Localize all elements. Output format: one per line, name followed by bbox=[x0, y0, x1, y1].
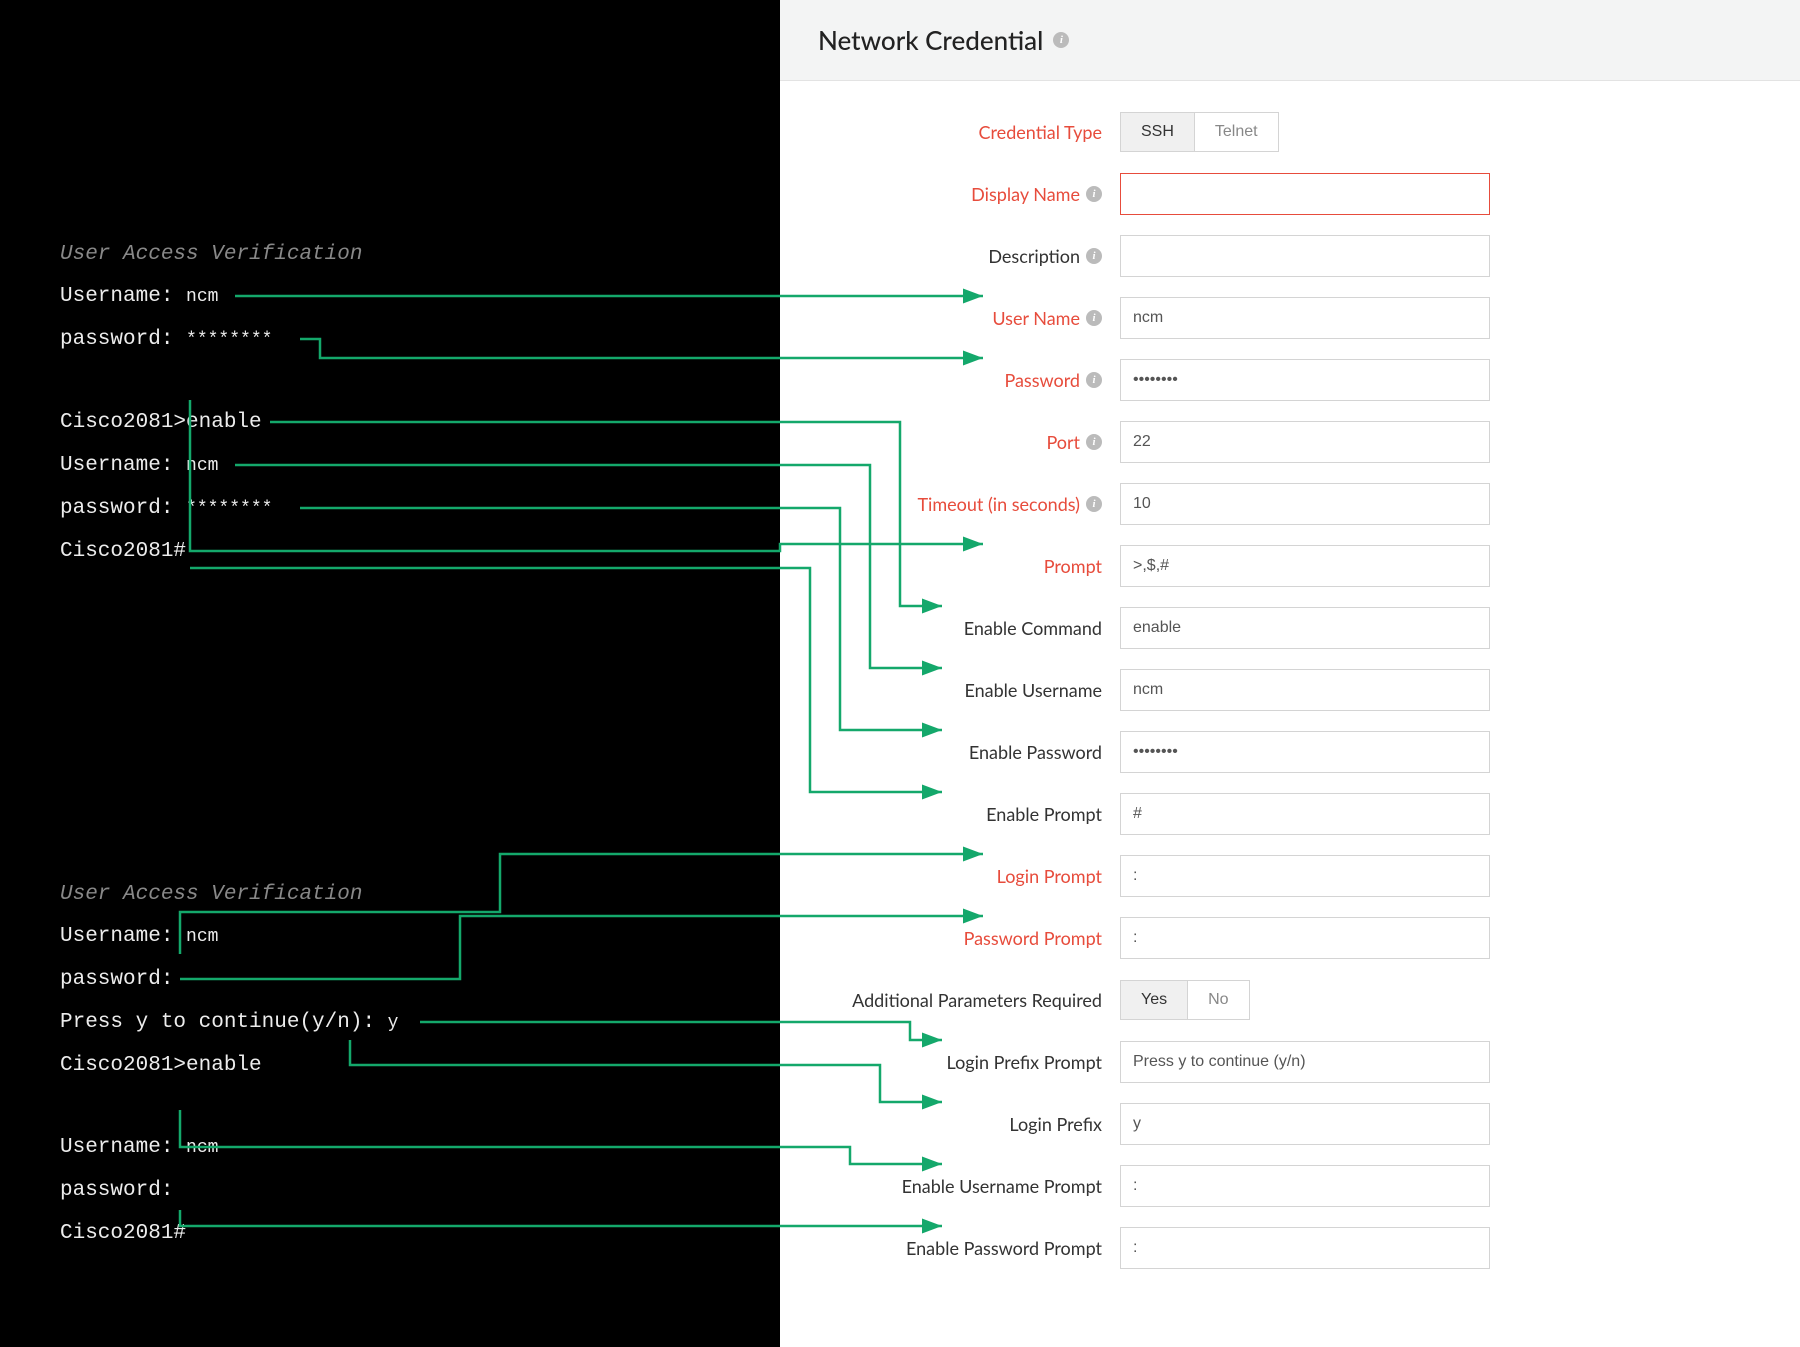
term2-username-label-1: Username: bbox=[60, 925, 186, 948]
term2-password-2: password: bbox=[60, 1178, 173, 1203]
password-prompt-input[interactable] bbox=[1120, 917, 1490, 959]
port-label: Port bbox=[1046, 431, 1080, 453]
info-icon[interactable]: i bbox=[1086, 248, 1102, 264]
additional-params-toggle[interactable]: Yes No bbox=[1120, 980, 1250, 1020]
term2-username-value-2: ncm bbox=[186, 1138, 218, 1158]
enable-prompt-input[interactable] bbox=[1120, 793, 1490, 835]
display-name-label: Display Name bbox=[971, 183, 1080, 205]
page-title: Network Credential bbox=[818, 24, 1043, 56]
term-username-label-2: Username: bbox=[60, 454, 186, 477]
term-username-value-2: ncm bbox=[186, 456, 218, 476]
login-prompt-label: Login Prompt bbox=[997, 865, 1102, 887]
enable-password-prompt-label: Enable Password Prompt bbox=[906, 1237, 1102, 1259]
info-icon[interactable]: i bbox=[1086, 186, 1102, 202]
enable-command-input[interactable] bbox=[1120, 607, 1490, 649]
additional-params-label: Additional Parameters Required bbox=[852, 989, 1102, 1011]
password-label: Password bbox=[1004, 369, 1080, 391]
prompt-label: Prompt bbox=[1044, 555, 1102, 577]
timeout-label: Timeout (in seconds) bbox=[917, 493, 1080, 515]
display-name-input[interactable] bbox=[1120, 173, 1490, 215]
enable-password-prompt-input[interactable] bbox=[1120, 1227, 1490, 1269]
login-prefix-prompt-label: Login Prefix Prompt bbox=[947, 1051, 1102, 1073]
description-input[interactable] bbox=[1120, 235, 1490, 277]
info-icon[interactable]: i bbox=[1086, 310, 1102, 326]
login-prefix-input[interactable] bbox=[1120, 1103, 1490, 1145]
enable-username-input[interactable] bbox=[1120, 669, 1490, 711]
term2-username-label-2: Username: bbox=[60, 1136, 186, 1159]
term2-continue-prompt: Press y to continue(y/n): bbox=[60, 1011, 388, 1034]
term2-password-1: password: bbox=[60, 967, 173, 992]
password-prompt-label: Password Prompt bbox=[964, 927, 1102, 949]
yes-toggle-button[interactable]: Yes bbox=[1121, 981, 1187, 1019]
terminal-header-2: User Access Verification bbox=[60, 882, 362, 907]
enable-username-prompt-label: Enable Username Prompt bbox=[902, 1175, 1102, 1197]
term-password-label-2: password: bbox=[60, 497, 186, 520]
ssh-toggle-button[interactable]: SSH bbox=[1121, 113, 1194, 151]
terminal-panel: User Access Verification Username: ncm p… bbox=[0, 0, 780, 1347]
prompt-input[interactable] bbox=[1120, 545, 1490, 587]
term-username-label-1: Username: bbox=[60, 285, 186, 308]
term2-enable-line: Cisco2081>enable bbox=[60, 1053, 262, 1078]
info-icon[interactable]: i bbox=[1086, 434, 1102, 450]
term-password-value-1: ******** bbox=[186, 330, 272, 350]
no-toggle-button[interactable]: No bbox=[1187, 981, 1248, 1019]
description-label: Description bbox=[988, 245, 1080, 267]
username-input[interactable] bbox=[1120, 297, 1490, 339]
enable-prompt-label: Enable Prompt bbox=[986, 803, 1102, 825]
port-input[interactable] bbox=[1120, 421, 1490, 463]
credential-type-toggle[interactable]: SSH Telnet bbox=[1120, 112, 1279, 152]
page-header: Network Credential i bbox=[780, 0, 1800, 81]
info-icon[interactable]: i bbox=[1086, 496, 1102, 512]
password-input[interactable] bbox=[1120, 359, 1490, 401]
credential-type-label: Credential Type bbox=[979, 121, 1102, 143]
term2-priv-prompt: Cisco2081# bbox=[60, 1221, 186, 1246]
enable-command-label: Enable Command bbox=[964, 617, 1102, 639]
term2-username-value-1: ncm bbox=[186, 927, 218, 947]
term-priv-prompt: Cisco2081# bbox=[60, 539, 186, 564]
term2-continue-value: y bbox=[388, 1013, 399, 1033]
timeout-input[interactable] bbox=[1120, 483, 1490, 525]
info-icon[interactable]: i bbox=[1053, 32, 1069, 48]
login-prompt-input[interactable] bbox=[1120, 855, 1490, 897]
telnet-toggle-button[interactable]: Telnet bbox=[1194, 113, 1278, 151]
term-username-value-1: ncm bbox=[186, 287, 218, 307]
term-password-value-2: ******** bbox=[186, 499, 272, 519]
info-icon[interactable]: i bbox=[1086, 372, 1102, 388]
enable-username-label: Enable Username bbox=[964, 679, 1102, 701]
username-label: User Name bbox=[992, 307, 1080, 329]
terminal-header-1: User Access Verification bbox=[60, 242, 362, 267]
enable-password-label: Enable Password bbox=[969, 741, 1102, 763]
enable-username-prompt-input[interactable] bbox=[1120, 1165, 1490, 1207]
form-panel: Network Credential i Credential Type SSH… bbox=[780, 0, 1800, 1347]
term-password-label-1: password: bbox=[60, 328, 186, 351]
term-enable-line: Cisco2081>enable bbox=[60, 410, 262, 435]
login-prefix-label: Login Prefix bbox=[1009, 1113, 1102, 1135]
login-prefix-prompt-input[interactable] bbox=[1120, 1041, 1490, 1083]
enable-password-input[interactable] bbox=[1120, 731, 1490, 773]
